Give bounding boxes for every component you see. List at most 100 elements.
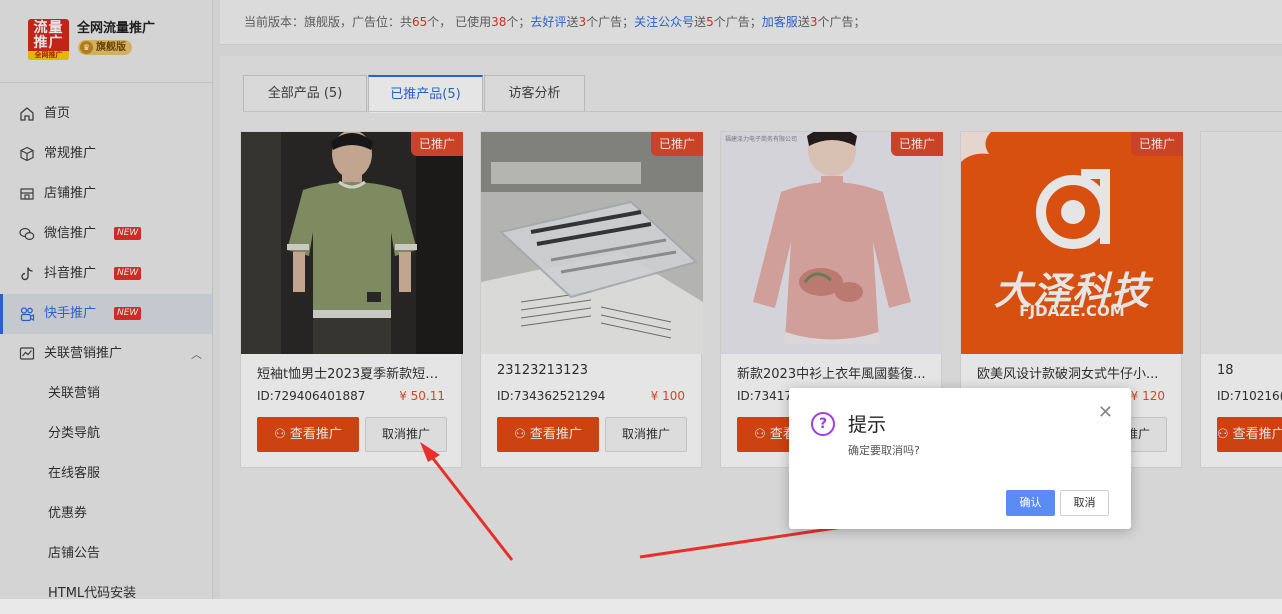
submenu-item-html-install[interactable]: HTML代码安装 (0, 574, 212, 614)
notice-text: 个广告； (713, 15, 762, 29)
notice-text: 送 (797, 15, 810, 29)
button-label: 查看推广 (289, 427, 342, 442)
image-watermark: 福建泽力电子商务有限公司 (725, 136, 798, 143)
product-title[interactable]: 新款2023中衫上衣年風國藝復... (737, 363, 929, 382)
brand-logo-english: FJDAZE.COM (1019, 302, 1125, 320)
button-label: 查看推广 (1232, 427, 1282, 442)
logo-text-2: 推广 (33, 35, 64, 51)
question-icon: ? (811, 412, 835, 436)
notice-used-slots: 38 (491, 15, 507, 29)
view-promotion-button[interactable]: ⚇查看推广 (257, 417, 359, 452)
add-service-link[interactable]: 加客服 (762, 15, 798, 29)
app-logo: 流量 推广 全网推广 (28, 19, 69, 60)
people-icon: ⚇ (514, 427, 526, 442)
submenu-label: 优惠券 (48, 506, 88, 521)
notice-text: 个； (506, 15, 531, 29)
wechat-icon (19, 227, 35, 241)
notice-text: 送 (694, 15, 707, 29)
brand-header: 流量 推广 全网推广 全网流量推广 ♛ 旗舰版 (0, 0, 212, 83)
side-menu: 首页 常规推广 店铺推广 微信推广 NEW 抖音推广 NEW 快手推广 NEW … (0, 94, 212, 614)
submenu-item-online-service[interactable]: 在线客服 (0, 454, 212, 494)
close-icon[interactable]: ✕ (1098, 402, 1113, 423)
product-image[interactable] (1201, 132, 1282, 354)
cube-icon (20, 146, 34, 162)
tab-visitor-analysis[interactable]: 访客分析 (484, 75, 585, 112)
promoted-tag: 已推广 (1130, 132, 1183, 156)
sidebar-item-related-marketing[interactable]: 关联营销推广 ︿ (0, 334, 212, 374)
sidebar-item-label: 抖音推广 (44, 266, 97, 281)
good-review-link[interactable]: 去好评 (530, 15, 566, 29)
new-badge: NEW (114, 307, 142, 320)
product-image[interactable]: 已推广 (241, 132, 463, 354)
product-id: ID:710216( (1217, 389, 1282, 403)
chart-icon (19, 347, 35, 360)
submenu-label: 分类导航 (48, 426, 101, 441)
product-id: ID:73417 (737, 389, 792, 403)
cancel-promotion-button[interactable]: 取消推广 (365, 417, 447, 452)
submenu-item-category-nav[interactable]: 分类导航 (0, 414, 212, 454)
kuaishou-icon (20, 307, 35, 322)
product-card: 已推广 23123213123 ID:734362521294 ¥ 100 ⚇ 查… (480, 131, 703, 468)
fjdaze-logo-image (961, 132, 1183, 354)
sidebar-item-label: 店铺推广 (44, 186, 97, 201)
home-icon (20, 107, 34, 121)
store-icon (20, 188, 34, 200)
submenu-label: 店铺公告 (48, 546, 101, 561)
submenu-item-related-marketing[interactable]: 关联营销 (0, 374, 212, 414)
sidebar-item-douyin-promo[interactable]: 抖音推广 NEW (0, 254, 212, 294)
promoted-tag: 已推广 (890, 132, 943, 156)
version-notice-bar: 当前版本：旗舰版，广告位：共65个， 已使用38个；去好评送3个广告；关注公众号… (220, 0, 1282, 45)
product-title[interactable]: 欧美风设计款破洞女式牛仔小... (977, 363, 1169, 382)
product-title[interactable]: 短袖t恤男士2023夏季新款短袖... (257, 363, 449, 382)
tab-all-products[interactable]: 全部产品 (5) (243, 75, 367, 112)
sidebar-item-kuaishou-promo[interactable]: 快手推广 NEW (0, 294, 212, 334)
tiktok-icon (21, 267, 33, 281)
people-icon: ⚇ (274, 427, 286, 442)
sidebar-item-store-promo[interactable]: 店铺推广 (0, 174, 212, 214)
product-title[interactable]: 18 (1217, 363, 1281, 378)
product-card: 18 ID:710216( ⚇ 查看推广 (1200, 131, 1282, 468)
sidebar-item-home[interactable]: 首页 (0, 94, 212, 134)
submenu-item-coupon[interactable]: 优惠券 (0, 494, 212, 534)
follow-account-link[interactable]: 关注公众号 (634, 15, 694, 29)
app-title: 全网流量推广 (77, 21, 156, 36)
product-image[interactable]: 已推广 福建泽力电子商务有限公司 (721, 132, 943, 354)
sidebar: 流量 推广 全网推广 全网流量推广 ♛ 旗舰版 首页 常规推广 店铺推广 微信推… (0, 0, 213, 601)
cancel-promotion-button[interactable]: 取消推广 (605, 417, 687, 452)
pink-blouse-photo (721, 132, 943, 354)
button-label: 查看推广 (529, 427, 582, 442)
edition-badge: ♛ 旗舰版 (78, 40, 132, 55)
notice-total-slots: 65 (412, 15, 428, 29)
notice-count: 3 (578, 15, 587, 29)
chevron-up-icon: ︿ (191, 348, 202, 361)
confirm-button[interactable]: 确认 (1006, 490, 1055, 516)
confirm-dialog: ? 提示 确定要取消吗? ✕ 确认 取消 (789, 388, 1131, 529)
notice-text: 个， 已使用 (427, 15, 492, 29)
submenu-label: 在线客服 (48, 466, 101, 481)
notice-text: 个广告； (817, 15, 866, 29)
sidebar-item-regular-promo[interactable]: 常规推广 (0, 134, 212, 174)
product-title[interactable]: 23123213123 (497, 363, 689, 378)
product-price: ¥ 120 (1130, 389, 1165, 403)
tab-promoted-products[interactable]: 已推产品(5) (368, 75, 483, 113)
sidebar-item-label: 常规推广 (44, 146, 97, 161)
logo-text-1: 流量 (33, 20, 64, 36)
dialog-title: 提示 (848, 414, 887, 436)
pencil-case-photo (481, 132, 703, 354)
promoted-tag: 已推广 (410, 132, 463, 156)
new-badge: NEW (114, 267, 142, 280)
product-image[interactable]: 大泽科技 FJDAZE.COM 已推广 (961, 132, 1183, 354)
dialog-cancel-button[interactable]: 取消 (1060, 490, 1109, 516)
sidebar-item-wechat-promo[interactable]: 微信推广 NEW (0, 214, 212, 254)
notice-text: 送 (566, 15, 579, 29)
tabs-divider (243, 111, 1282, 112)
product-image[interactable]: 已推广 (481, 132, 703, 354)
view-promotion-button[interactable]: ⚇查看推广 (497, 417, 599, 452)
sidebar-item-label: 微信推广 (44, 226, 97, 241)
product-id: ID:734362521294 (497, 389, 606, 403)
view-promotion-button[interactable]: ⚇查看推广 (1217, 417, 1282, 452)
submenu-item-store-notice[interactable]: 店铺公告 (0, 534, 212, 574)
people-icon: ⚇ (1217, 427, 1229, 442)
people-icon: ⚇ (754, 427, 766, 442)
product-id: ID:729406401887 (257, 389, 366, 403)
